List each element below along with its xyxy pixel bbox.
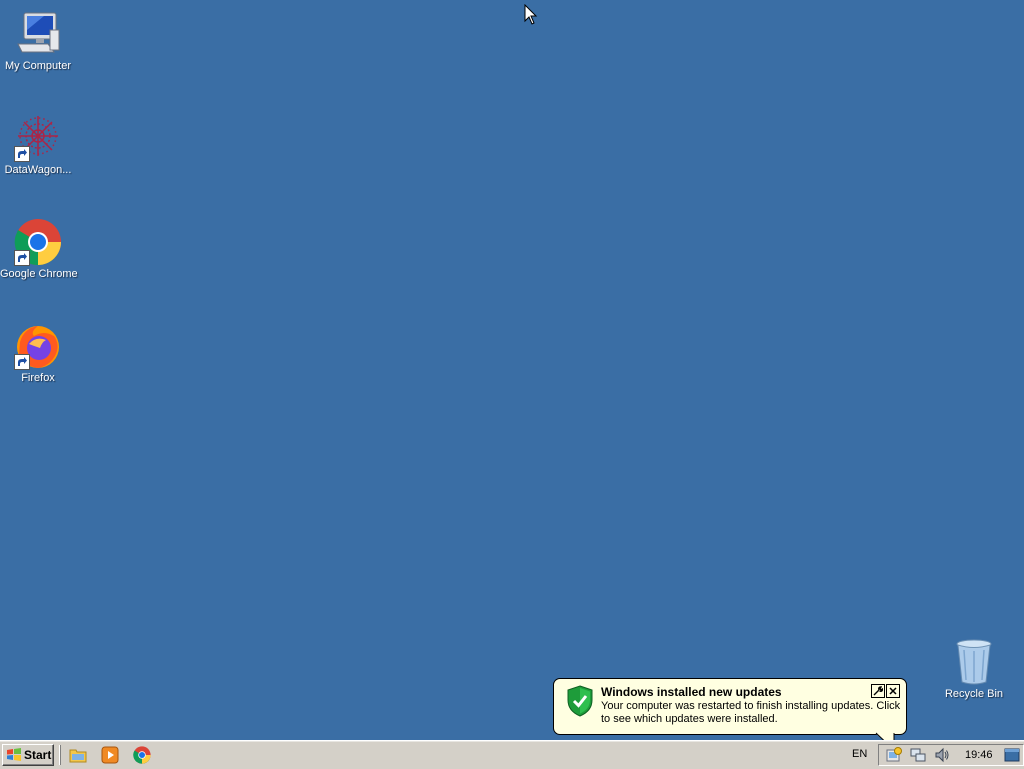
start-label: Start: [24, 748, 52, 762]
wrench-icon: [873, 686, 883, 696]
balloon-tail: [874, 732, 895, 740]
quick-launch-media-player[interactable]: [99, 745, 121, 765]
tray-volume[interactable]: [933, 746, 951, 764]
tray-show-desktop[interactable]: [1003, 746, 1021, 764]
language-indicator[interactable]: EN: [852, 748, 867, 760]
desktop-icon-label: My Computer: [4, 60, 72, 72]
show-desktop-icon: [1004, 748, 1020, 762]
mouse-cursor-icon: [524, 4, 538, 25]
taskbar: Start EN 19:46: [0, 740, 1024, 769]
close-icon: [889, 687, 897, 695]
volume-icon: [935, 747, 949, 763]
balloon-title: Windows installed new updates: [601, 685, 782, 699]
quick-launch-bar: [60, 745, 153, 765]
datawagon-icon: [14, 114, 62, 162]
desktop-icon-firefox[interactable]: Firefox: [0, 322, 76, 385]
chrome-icon: [14, 218, 62, 266]
system-tray: 19:46: [878, 744, 1024, 766]
desktop-icon-label: DataWagon...: [4, 164, 72, 176]
balloon-message[interactable]: Your computer was restarted to finish in…: [601, 700, 901, 726]
media-player-icon: [101, 746, 119, 764]
shield-check-icon: [567, 685, 593, 717]
firefox-icon: [14, 322, 62, 370]
desktop-icon-label: Google Chrome: [0, 268, 78, 280]
desktop-icon-my-computer[interactable]: My Computer: [0, 10, 76, 73]
tray-windows-update[interactable]: [885, 746, 903, 764]
recycle-bin-icon: [950, 638, 998, 686]
tray-network[interactable]: [909, 746, 927, 764]
windows-logo-icon: [7, 748, 21, 761]
desktop-icon-datawagon[interactable]: DataWagon...: [0, 114, 76, 177]
shortcut-arrow-icon: [14, 354, 30, 370]
network-icon: [910, 748, 926, 762]
shortcut-arrow-icon: [14, 146, 30, 162]
chrome-icon: [133, 746, 151, 764]
balloon-options-button[interactable]: [871, 684, 885, 698]
clock[interactable]: 19:46: [965, 749, 993, 761]
desktop[interactable]: My Computer DataWagon... Google Chrome F…: [0, 0, 1024, 740]
quick-launch-chrome[interactable]: [131, 745, 153, 765]
start-button[interactable]: Start: [2, 744, 54, 766]
desktop-icon-recycle-bin[interactable]: Recycle Bin: [936, 638, 1012, 701]
desktop-icon-google-chrome[interactable]: Google Chrome: [0, 218, 78, 281]
update-notification-balloon[interactable]: Windows installed new updates Your compu…: [553, 678, 907, 735]
file-explorer-icon: [69, 749, 87, 763]
desktop-icon-label: Recycle Bin: [944, 688, 1004, 700]
desktop-icon-label: Firefox: [21, 372, 55, 384]
my-computer-icon: [14, 10, 62, 58]
balloon-close-button[interactable]: [886, 684, 900, 698]
quick-launch-explorer[interactable]: [67, 745, 89, 765]
shortcut-arrow-icon: [14, 250, 30, 266]
windows-update-icon: [886, 747, 902, 762]
